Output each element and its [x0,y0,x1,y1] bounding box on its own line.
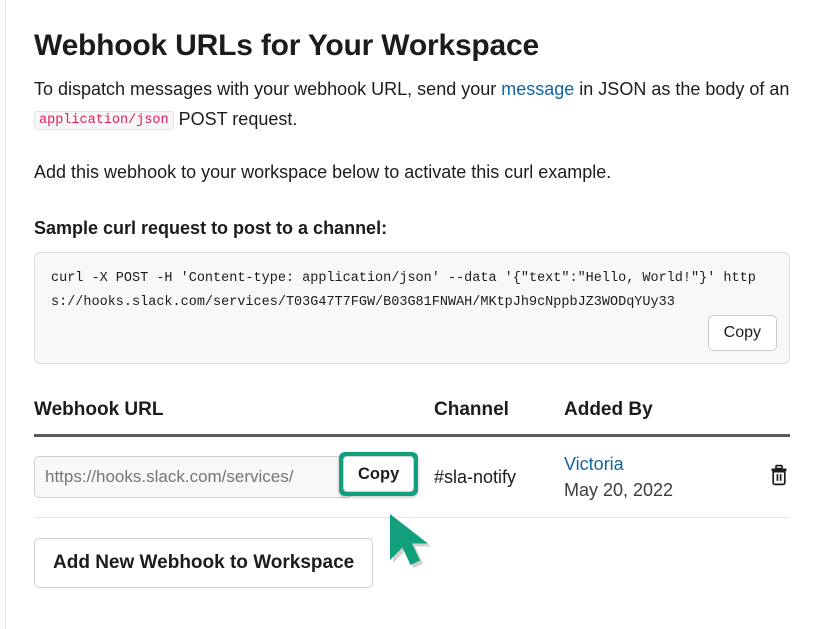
column-header-webhook-url: Webhook URL [34,398,434,436]
row-actions-cell [677,436,790,518]
channel-cell: #sla-notify [434,436,564,518]
add-new-webhook-button[interactable]: Add New Webhook to Workspace [34,538,373,588]
message-link[interactable]: message [501,79,574,99]
page-title: Webhook URLs for Your Workspace [34,0,790,64]
intro-paragraph: To dispatch messages with your webhook U… [34,74,790,134]
webhook-url-cell: Copy [34,436,434,518]
copy-curl-button[interactable]: Copy [708,315,777,351]
intro-text-part1: To dispatch messages with your webhook U… [34,79,501,99]
curl-code-block: curl -X POST -H 'Content-type: applicati… [34,252,790,364]
webhook-settings-page: Webhook URLs for Your Workspace To dispa… [0,0,825,629]
column-header-added-by: Added By [564,398,790,436]
webhooks-table-body: Copy #sla-notify Victoria May 20, 2022 [34,436,790,518]
intro-text-part2: in JSON as the body of an [574,79,789,99]
sample-curl-heading: Sample curl request to post to a channel… [34,216,790,240]
delete-webhook-button[interactable] [768,463,790,487]
copy-webhook-url-button[interactable]: Copy [343,456,414,492]
added-by-cell: Victoria May 20, 2022 [564,436,677,518]
trash-icon [768,475,790,490]
webhook-url-input[interactable] [45,467,341,487]
content-type-code: application/json [34,111,174,130]
page-content: Webhook URLs for Your Workspace To dispa… [34,0,790,588]
activate-note: Add this webhook to your workspace below… [34,157,790,187]
added-by-date: May 20, 2022 [564,477,677,503]
webhooks-table: Webhook URL Channel Added By Copy [34,398,790,518]
copy-button-highlight: Copy [339,452,418,496]
column-header-channel: Channel [434,398,564,436]
added-by-user-link[interactable]: Victoria [564,451,677,477]
table-header-row: Webhook URL Channel Added By [34,398,790,436]
curl-code-text: curl -X POST -H 'Content-type: applicati… [51,267,773,314]
webhooks-table-head: Webhook URL Channel Added By [34,398,790,436]
table-row: Copy #sla-notify Victoria May 20, 2022 [34,436,790,518]
webhook-url-input-wrap[interactable] [34,456,352,498]
webhook-url-cell-inner: Copy [34,456,352,498]
page-left-rule [5,0,6,629]
intro-text-part3: POST request. [174,109,298,129]
